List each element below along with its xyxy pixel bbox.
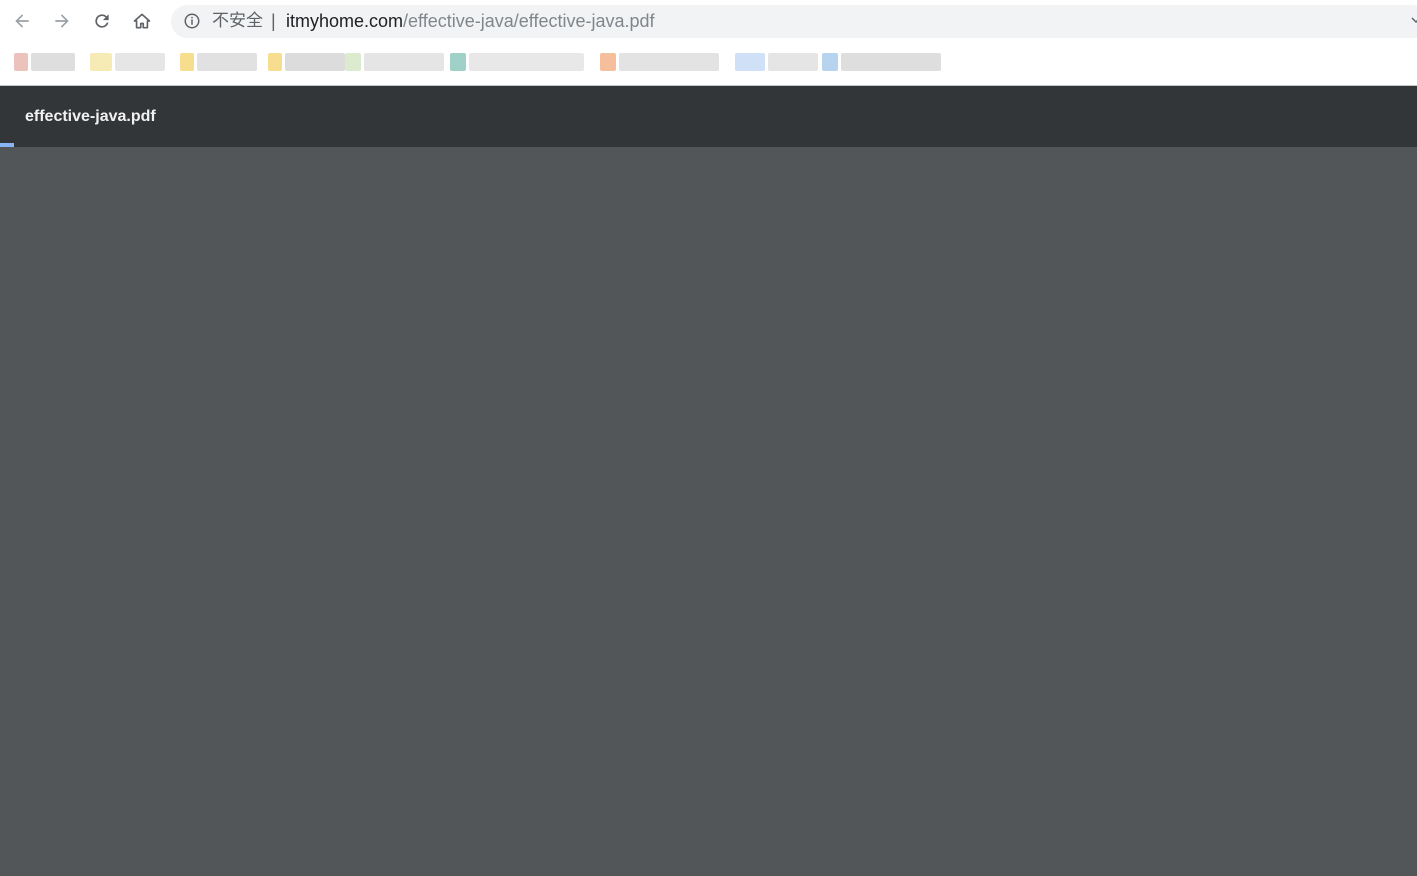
bookmarks-bar	[0, 42, 1417, 86]
address-bar[interactable]: 不安全 | itmyhome.com/effective-java/effect…	[171, 5, 1417, 38]
blurred-favicon	[735, 53, 765, 71]
blurred-label	[469, 53, 584, 71]
url-path: /effective-java/effective-java.pdf	[403, 11, 655, 31]
security-label[interactable]: 不安全	[212, 11, 263, 31]
reload-button[interactable]	[88, 7, 116, 35]
forward-button[interactable]	[48, 7, 76, 35]
blurred-label	[619, 53, 719, 71]
blurred-label	[115, 53, 165, 71]
bookmark-item[interactable]	[735, 46, 818, 78]
back-button[interactable]	[8, 7, 36, 35]
bookmark-folder[interactable]	[180, 46, 257, 78]
pdf-viewport[interactable]	[0, 147, 1417, 876]
blurred-label	[31, 53, 75, 71]
pdf-title: effective-java.pdf	[25, 108, 156, 125]
info-icon[interactable]	[183, 12, 201, 30]
bookmark-item[interactable]	[822, 46, 941, 78]
blurred-label	[285, 53, 345, 71]
blurred-favicon	[268, 53, 282, 71]
bookmark-item[interactable]	[600, 46, 719, 78]
blurred-favicon	[822, 53, 838, 71]
bookmark-item[interactable]	[450, 46, 584, 78]
blurred-favicon	[180, 53, 194, 71]
home-icon	[133, 13, 151, 29]
url-text[interactable]: itmyhome.com/effective-java/effective-ja…	[286, 11, 655, 31]
bookmark-item[interactable]	[345, 46, 444, 78]
bookmark-item[interactable]	[90, 46, 165, 78]
blurred-favicon	[600, 53, 616, 71]
reload-icon	[95, 14, 109, 28]
bookmark-item[interactable]	[14, 46, 75, 78]
blurred-label	[197, 53, 257, 71]
blurred-label	[364, 53, 444, 71]
arrow-left-icon	[15, 14, 29, 28]
blurred-favicon	[90, 53, 112, 71]
blurred-favicon	[14, 53, 28, 71]
url-host: itmyhome.com	[286, 11, 404, 31]
omnibox-separator: |	[271, 11, 276, 31]
blurred-favicon	[450, 53, 466, 71]
arrow-right-icon	[55, 14, 69, 28]
chevron-down-icon[interactable]	[1411, 15, 1417, 25]
blurred-label	[768, 53, 818, 71]
bookmark-folder[interactable]	[268, 46, 345, 78]
home-button[interactable]	[128, 7, 156, 35]
blurred-label	[841, 53, 941, 71]
browser-toolbar: 不安全 | itmyhome.com/effective-java/effect…	[0, 0, 1417, 42]
blurred-favicon	[345, 53, 361, 71]
pdf-viewer-toolbar: effective-java.pdf	[0, 86, 1417, 147]
